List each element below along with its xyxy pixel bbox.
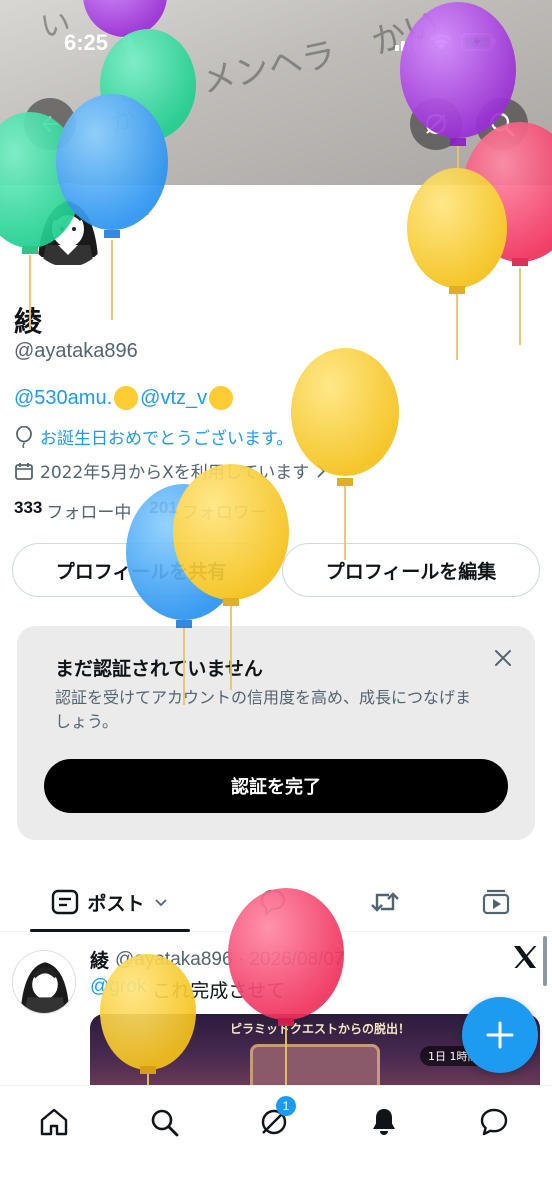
- tab-posts-label: ポスト: [87, 892, 145, 915]
- back-button[interactable]: [24, 98, 76, 150]
- nav-grok[interactable]: 1: [254, 1096, 296, 1142]
- followers-count[interactable]: 201: [149, 498, 177, 523]
- grok-icon: [425, 113, 447, 135]
- reply-icon: [260, 889, 286, 916]
- tab-posts[interactable]: ポスト: [30, 872, 190, 932]
- post-header: 綾 @ayataka896 · 2026/08/07: [90, 946, 345, 973]
- balloon-yellow: [407, 168, 507, 360]
- following-label[interactable]: フォロー中: [46, 498, 131, 523]
- share-profile-button[interactable]: プロフィールを共有: [12, 543, 270, 597]
- balloon-icon: [16, 425, 32, 448]
- complete-verification-button[interactable]: 認証を完了: [44, 759, 508, 813]
- verification-title: まだ認証されていません: [55, 658, 263, 680]
- post-mention[interactable]: @grok: [90, 976, 146, 1003]
- chevron-right-icon: [317, 463, 326, 478]
- avatar-illustration: [28, 187, 108, 267]
- status-indicators: [395, 32, 497, 52]
- post-author[interactable]: 綾: [90, 946, 109, 973]
- halo-face-emoji-icon: [209, 386, 234, 410]
- birthday-text: お誕生日おめでとうございます。: [40, 429, 294, 449]
- chevron-down-icon: [154, 899, 167, 907]
- image-banner-text: ピラミッドクエストからの脱出！: [230, 1022, 411, 1036]
- posts-icon: [52, 889, 79, 915]
- joined-row: 2022年5月からXを利用しています: [14, 458, 327, 483]
- edit-profile-button[interactable]: プロフィールを編集: [282, 543, 540, 597]
- verification-description: 認証を受けてアカウントの信用度を高め、成長につなげましょう。: [55, 688, 472, 731]
- profile-name: 綾: [14, 305, 43, 338]
- media-icon: [482, 889, 510, 915]
- compose-post-button[interactable]: [462, 997, 538, 1073]
- close-icon[interactable]: [491, 646, 515, 670]
- verification-card: まだ認証されていません 認証を受けてアカウントの信用度を高め、成長につなげましょ…: [17, 626, 535, 840]
- search-button[interactable]: [476, 98, 528, 150]
- grok-button[interactable]: [410, 98, 462, 150]
- search-icon: [151, 1109, 179, 1137]
- silent-bell-icon: [120, 34, 136, 52]
- profile-tabs: ポスト: [0, 872, 552, 932]
- profile-banner[interactable]: メンヘラ かい い か: [0, 0, 552, 185]
- image-door: [250, 1044, 380, 1086]
- nav-notifications[interactable]: [364, 1102, 404, 1142]
- bottom-navigation: 1: [0, 1085, 552, 1200]
- profile-handle: @ayataka896: [14, 340, 138, 362]
- wifi-icon: [430, 34, 452, 50]
- back-arrow-icon: [42, 116, 58, 132]
- status-time: 6:25: [64, 30, 109, 55]
- nav-messages[interactable]: [474, 1102, 514, 1142]
- tab-active-indicator: [30, 929, 190, 932]
- chat-bubble-icon: [480, 1108, 508, 1136]
- neutral-face-emoji-icon: [114, 386, 139, 410]
- tab-replies[interactable]: [245, 872, 301, 932]
- nav-search[interactable]: [144, 1102, 184, 1142]
- post-avatar[interactable]: [12, 950, 76, 1014]
- bell-icon: [373, 1109, 395, 1135]
- repost-icon: [371, 892, 399, 912]
- scrollbar[interactable]: [543, 936, 547, 986]
- bio-mention-link[interactable]: @530amu.: [14, 387, 112, 410]
- followers-label[interactable]: フォロワー: [182, 498, 267, 523]
- home-icon: [40, 1108, 68, 1136]
- avatar-illustration: [13, 951, 75, 1013]
- search-icon: [490, 112, 515, 137]
- birthday-row[interactable]: お誕生日おめでとうございます。: [14, 424, 293, 449]
- joined-text: 2022年5月からXを利用しています: [40, 463, 310, 483]
- nav-home[interactable]: [34, 1102, 74, 1142]
- signal-icon: [395, 33, 417, 51]
- battery-charging-icon: [461, 33, 496, 51]
- following-count[interactable]: 333: [14, 498, 42, 523]
- follow-stats: 333 フォロー中 201 フォロワー: [14, 498, 267, 523]
- profile-avatar[interactable]: [24, 183, 112, 271]
- bio-mention-link[interactable]: @vtz_v: [140, 387, 207, 410]
- balloon-yellow: [291, 348, 399, 560]
- tab-reposts[interactable]: [357, 872, 413, 932]
- plus-icon: [486, 1021, 514, 1049]
- x-logo-icon: [514, 946, 537, 968]
- tab-media[interactable]: [468, 872, 524, 932]
- profile-bio: @530amu. @vtz_v: [14, 386, 234, 410]
- post-text: @grok これ完成させて: [90, 976, 285, 1003]
- post-body: これ完成させて: [152, 980, 286, 1002]
- post-handle-date: @ayataka896 · 2026/08/07: [115, 948, 345, 970]
- notification-badge: 1: [276, 1096, 296, 1116]
- calendar-icon: [15, 462, 33, 480]
